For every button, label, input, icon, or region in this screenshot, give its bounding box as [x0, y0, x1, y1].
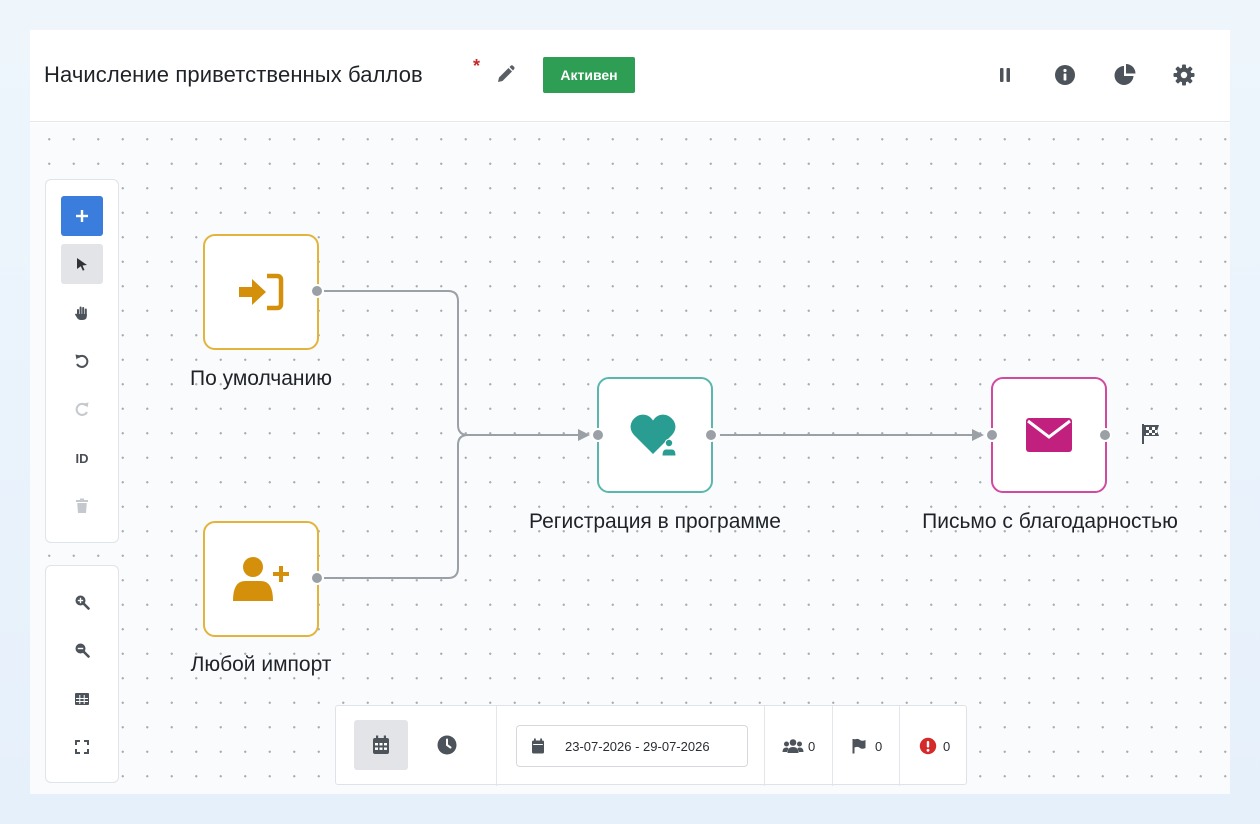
minimap-grid-button[interactable] [61, 679, 103, 719]
arrowhead-email-in [972, 429, 984, 441]
sign-in-icon [239, 273, 284, 311]
finish-flag-icon[interactable] [1140, 423, 1162, 445]
undo-icon [75, 354, 89, 368]
redo-icon [75, 402, 89, 416]
flag-icon [852, 738, 866, 754]
node-any-import-output-port[interactable] [310, 571, 324, 585]
redo-button[interactable] [61, 389, 103, 429]
errors-stat[interactable]: 0 [919, 734, 950, 758]
user-plus-icon [233, 557, 289, 601]
trash-icon [76, 498, 88, 513]
node-registration-label: Регистрация в программе [529, 510, 781, 533]
unsaved-mark: * [473, 56, 481, 76]
pause-icon [1000, 68, 1010, 82]
status-badge: Активен [543, 57, 635, 93]
error-icon [919, 737, 937, 755]
statistics-button[interactable] [1108, 58, 1142, 92]
chart-pie-icon [1114, 64, 1136, 85]
fullscreen-button[interactable] [61, 727, 103, 767]
errors-count: 0 [943, 738, 951, 754]
node-default-entry-label: По умолчанию [189, 367, 333, 390]
page-title: Начисление приветственных баллов [44, 62, 423, 87]
header: Начисление приветственных баллов * Актив… [30, 30, 1230, 122]
fullscreen-icon [75, 740, 89, 754]
node-default-entry-output-port[interactable] [310, 284, 324, 298]
hand-icon [75, 306, 87, 320]
workflow-canvas[interactable]: ID По умолчанию Любой импорт Регистрация… [30, 123, 1230, 794]
gear-icon [1173, 64, 1195, 86]
participants-count: 0 [808, 738, 816, 754]
node-registration-output-port[interactable] [704, 428, 718, 442]
node-any-import[interactable] [203, 521, 319, 637]
pause-button[interactable] [988, 58, 1022, 92]
zoom-in-button[interactable] [61, 582, 103, 622]
arrowhead-registration-in [578, 429, 590, 441]
pan-tool-button[interactable] [61, 293, 103, 333]
connector-import-to-registration [324, 434, 469, 579]
connector-default-to-registration [324, 290, 586, 436]
zoom-out-button[interactable] [61, 630, 103, 670]
users-icon [782, 739, 804, 753]
clock-icon [437, 735, 457, 755]
app-window: Начисление приветственных баллов * Актив… [30, 30, 1230, 794]
node-thank-you-email-input-port[interactable] [985, 428, 999, 442]
realtime-mode-button[interactable] [420, 720, 474, 770]
settings-button[interactable] [1167, 58, 1201, 92]
zoom-panel [45, 565, 119, 783]
calendar-icon [532, 738, 544, 754]
date-range-value: 23-07-2026 - 29-07-2026 [565, 738, 710, 754]
calendar-mode-button[interactable] [354, 720, 408, 770]
node-thank-you-email[interactable] [991, 377, 1107, 493]
heart-user-icon [630, 414, 677, 457]
bottom-status-bar: 23-07-2026 - 29-07-2026 0 0 0 [335, 705, 967, 786]
undo-button[interactable] [61, 341, 103, 381]
node-registration-input-port[interactable] [591, 428, 605, 442]
tools-panel: ID [45, 179, 119, 543]
goals-count: 0 [875, 738, 883, 754]
envelope-icon [1026, 418, 1072, 452]
pointer-icon [77, 258, 87, 271]
node-any-import-label: Любой импорт [190, 653, 332, 676]
plus-icon [76, 210, 88, 222]
node-thank-you-email-output-port[interactable] [1098, 428, 1112, 442]
pencil-icon[interactable] [494, 64, 516, 86]
node-default-entry[interactable] [203, 234, 319, 350]
show-ids-button[interactable]: ID [61, 438, 103, 478]
zoom-in-icon [75, 595, 90, 610]
add-node-button[interactable] [61, 196, 103, 236]
goals-stat[interactable]: 0 [851, 734, 882, 758]
node-registration[interactable] [597, 377, 713, 493]
node-thank-you-email-label: Письмо с благодарностью [922, 510, 1178, 533]
grid-icon [75, 693, 89, 705]
zoom-out-icon [75, 643, 90, 658]
participants-stat[interactable]: 0 [782, 734, 815, 758]
calendar-icon [373, 735, 389, 754]
info-icon [1055, 65, 1075, 85]
info-button[interactable] [1048, 58, 1082, 92]
date-range-picker[interactable]: 23-07-2026 - 29-07-2026 [516, 725, 748, 767]
delete-button[interactable] [61, 486, 103, 526]
select-tool-button[interactable] [61, 244, 103, 284]
